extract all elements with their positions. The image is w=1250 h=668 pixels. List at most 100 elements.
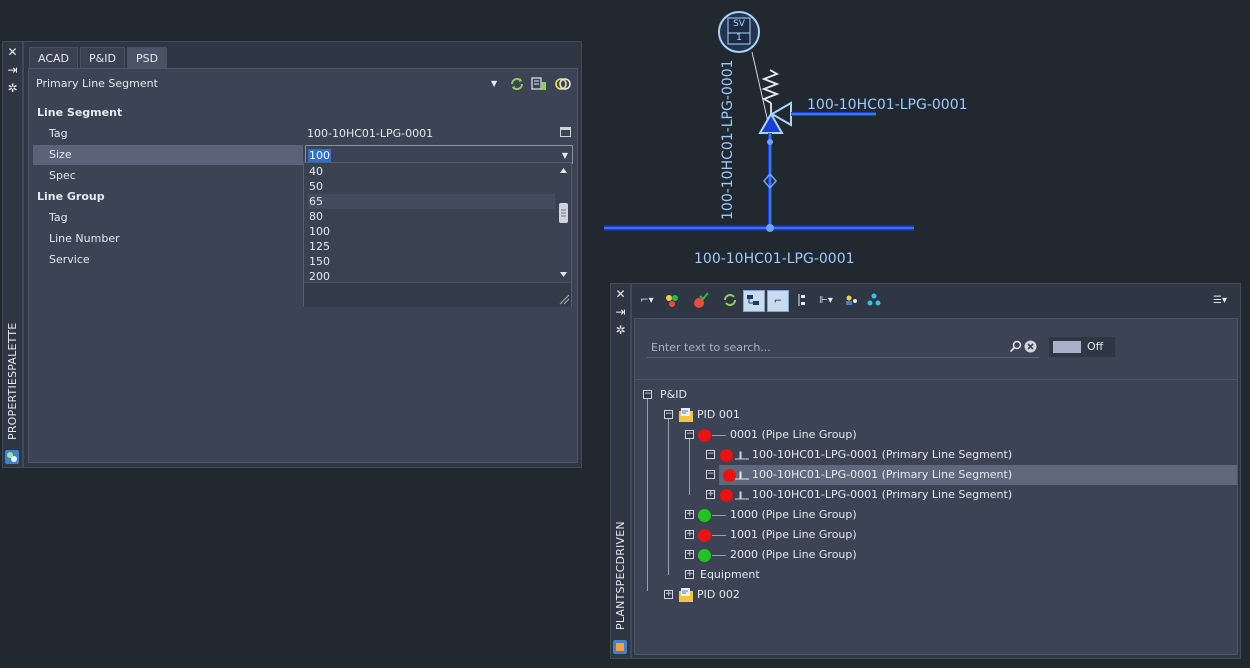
tree-view-icon[interactable]: [743, 290, 765, 312]
property-row-tag[interactable]: Tag 100-10HC01-LPG-0001: [33, 124, 574, 144]
tree-node-label: 1000 (Pipe Line Group): [730, 508, 857, 521]
clear-icon[interactable]: [1024, 340, 1037, 353]
size-option[interactable]: 50: [308, 179, 555, 194]
tree-node-label: 1001 (Pipe Line Group): [730, 528, 857, 541]
tree-guide: [647, 395, 648, 591]
segment-icon: [735, 471, 749, 480]
size-option[interactable]: 40: [308, 164, 555, 179]
object-type-select[interactable]: Primary Line Segment: [33, 73, 502, 95]
tree-node-label: 2000 (Pipe Line Group): [730, 548, 857, 561]
resize-grip-icon[interactable]: [559, 294, 570, 305]
tree-guide: [668, 415, 669, 575]
line-group-icon: [712, 555, 726, 556]
palette-logo-icon: [613, 640, 627, 654]
tab-acad[interactable]: ACAD: [29, 47, 79, 69]
settings-icon[interactable]: ✲: [3, 80, 22, 96]
line-label-bottom[interactable]: 100-10HC01-LPG-0001: [694, 251, 855, 267]
autohide-icon[interactable]: ⇥: [611, 304, 630, 320]
close-icon[interactable]: ✕: [3, 44, 22, 60]
toggle-switch[interactable]: [1053, 341, 1081, 353]
menu-icon[interactable]: ☰▾: [1206, 290, 1234, 312]
tree-node-segment-selected[interactable]: 100-10HC01-LPG-0001 (Primary Line Segmen…: [719, 465, 1237, 485]
property-label: Line Number: [33, 229, 303, 249]
segment-icon: [735, 491, 749, 500]
status-red-icon: [720, 449, 733, 462]
line-label-vertical[interactable]: 100-10HC01-LPG-0001: [720, 59, 736, 220]
toggle-label: Off: [1087, 340, 1104, 353]
filter-toggle[interactable]: Off: [1049, 337, 1115, 357]
expand-icon[interactable]: +: [664, 590, 673, 599]
plantspec-palette: ⌐▾ ⌐ ⊩▾ ☰▾ Of: [631, 283, 1241, 659]
chevron-down-icon[interactable]: ▼: [491, 73, 497, 95]
line-group-icon: [712, 515, 726, 516]
refresh-icon[interactable]: [719, 290, 741, 312]
drawing-folder-icon: [679, 588, 693, 602]
search-box[interactable]: [647, 337, 1039, 358]
plantspec-palette-title: PLANTSPECDRIVEN: [614, 521, 627, 630]
pid-drawing: [604, 11, 914, 232]
settings-icon[interactable]: ✲: [611, 322, 630, 338]
size-option[interactable]: 125: [308, 239, 555, 254]
line-group-icon: [712, 535, 726, 536]
tree-node-label: 100-10HC01-LPG-0001 (Primary Line Segmen…: [752, 468, 1013, 481]
search-icon[interactable]: [1009, 340, 1022, 353]
tree-node-label: Equipment: [700, 568, 760, 581]
line-group-icon: [712, 435, 726, 436]
search-input[interactable]: [647, 337, 1013, 358]
size-option[interactable]: 65: [308, 194, 555, 209]
edit-window-icon[interactable]: [560, 127, 571, 137]
status-green-icon: [698, 549, 711, 562]
size-option[interactable]: 80: [308, 209, 555, 224]
collapse-icon[interactable]: −: [706, 450, 715, 459]
person-filter-icon[interactable]: [841, 290, 863, 312]
pick-add-icon[interactable]: [554, 75, 572, 93]
collapse-icon[interactable]: −: [643, 390, 652, 399]
valve-tag-top: SV: [733, 19, 745, 29]
tree-node-label: 100-10HC01-LPG-0001 (Primary Line Segmen…: [752, 488, 1013, 501]
property-label: Tag: [33, 208, 303, 228]
tab-psd[interactable]: PSD: [126, 47, 168, 69]
palette-logo-icon: [5, 450, 19, 464]
size-value[interactable]: 100: [308, 149, 331, 162]
category-line-segment[interactable]: Line Segment: [33, 103, 574, 123]
size-option[interactable]: 150: [308, 254, 555, 269]
status-red-icon: [698, 529, 711, 542]
collapse-icon[interactable]: −: [685, 430, 694, 439]
tree-node-label: P&ID: [660, 388, 687, 401]
property-value[interactable]: 100-10HC01-LPG-0001: [304, 124, 574, 144]
tab-pid[interactable]: P&ID: [80, 47, 125, 69]
autohide-icon[interactable]: ⇥: [3, 62, 22, 78]
plantspec-content: Off − P&ID − PID 001 − 0001 (Pipe Line G…: [634, 318, 1238, 655]
line-type-icon[interactable]: ⌐▾: [635, 290, 659, 312]
status-red-icon: [720, 489, 733, 502]
collapse-icon[interactable]: −: [706, 470, 715, 479]
network-icon[interactable]: [863, 290, 885, 312]
status-green-icon: [698, 509, 711, 522]
validate-icon[interactable]: [689, 290, 713, 312]
refresh-icon[interactable]: [508, 75, 526, 93]
property-label: Tag: [33, 124, 303, 144]
plantspec-toolbar: ⌐▾ ⌐ ⊩▾ ☰▾: [632, 284, 1238, 318]
dropdown-scrollbar[interactable]: [556, 163, 571, 282]
segment-view-icon[interactable]: ⌐: [767, 290, 789, 312]
tree-node-label: 100-10HC01-LPG-0001 (Primary Line Segmen…: [752, 448, 1013, 461]
properties-palette-titlebar: ✕ ⇥ ✲ PROPERTIESPALETTE: [2, 41, 23, 468]
line-label-right[interactable]: 100-10HC01-LPG-0001: [807, 97, 968, 113]
tree-node-label: PID 001: [697, 408, 740, 421]
property-label: Spec: [33, 166, 303, 186]
expand-icon[interactable]: +: [685, 510, 694, 519]
properties-palette-title: PROPERTIESPALETTE: [6, 322, 19, 440]
expand-icon[interactable]: +: [706, 490, 715, 499]
pid-drawing-area: SV 1 100-10HC01-LPG-0001 100-10HC01-LPG-…: [596, 0, 996, 280]
expand-icon[interactable]: +: [685, 550, 694, 559]
color-status-icon[interactable]: [661, 290, 685, 312]
expand-icon[interactable]: +: [685, 570, 694, 579]
collapse-icon[interactable]: −: [664, 410, 673, 419]
expand-icon[interactable]: +: [685, 530, 694, 539]
tree-node-label: PID 002: [697, 588, 740, 601]
expand-levels-icon[interactable]: ⊩▾: [813, 290, 839, 312]
size-option[interactable]: 100: [308, 224, 555, 239]
hierarchy-icon[interactable]: [791, 290, 813, 312]
select-objects-icon[interactable]: [530, 75, 548, 93]
close-icon[interactable]: ✕: [611, 286, 630, 302]
